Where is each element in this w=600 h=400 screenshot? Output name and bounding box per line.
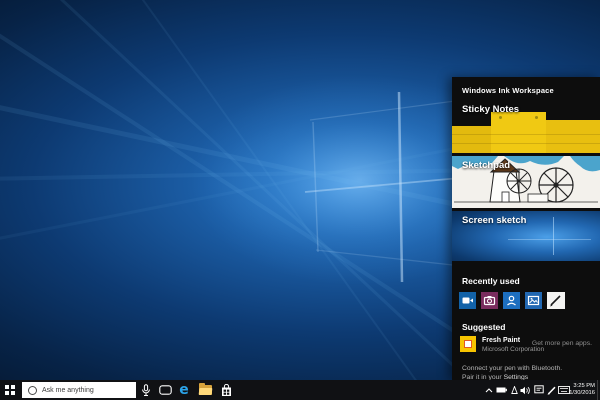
sticky-stack-left [452,126,491,153]
store-bag-icon [221,384,232,397]
search-placeholder: Ask me anything [42,387,94,394]
desktop-screen: Windows Ink Workspace Sticky Notes [0,0,600,400]
clock-date: 1/30/2016 [569,390,595,398]
taskbar-clock[interactable]: 3:25 PM 1/30/2016 [569,383,595,398]
video-app-tile[interactable] [459,292,476,309]
folder-icon [199,385,212,395]
sketchpad-label: Sketchpad [462,160,510,171]
fresh-paint-icon[interactable] [460,336,476,352]
suggested-label: Suggested [462,322,505,332]
people-app-tile[interactable] [503,292,520,309]
clock-time: 3:25 PM [569,383,595,391]
photos-app-tile[interactable] [525,292,542,309]
sticky-stack-right [546,120,600,153]
edge-browser-button[interactable]: e [175,380,193,400]
task-view-icon [159,385,172,395]
sketchpad-tile[interactable]: Sketchpad [452,156,600,208]
recently-used-label: Recently used [462,276,520,286]
get-more-pen-apps-link[interactable]: Get more pen apps. [532,340,592,347]
tray-action-center-button[interactable] [532,380,545,400]
suggested-app-name[interactable]: Fresh Paint [482,337,520,344]
microphone-button[interactable] [137,380,155,400]
panel-title: Windows Ink Workspace [462,86,554,95]
screen-sketch-label: Screen sketch [462,215,526,226]
tray-chevron-up-button[interactable] [483,380,495,400]
footer-line1: Connect your pen with Bluetooth. [462,365,562,374]
windows-logo-icon [5,385,15,395]
sticky-stack-middle [491,112,546,153]
suggested-row: Fresh Paint Microsoft Corporation Get mo… [452,336,600,356]
sticky-notes-tile[interactable]: Sticky Notes [452,100,600,153]
sticky-notes-label: Sticky Notes [462,104,519,115]
thumb-beam [508,239,591,240]
task-view-button[interactable] [156,380,174,400]
start-button[interactable] [0,380,20,400]
edge-icon: e [179,383,189,397]
pen-app-tile[interactable] [547,292,565,309]
cortana-icon [28,386,37,395]
file-explorer-button[interactable] [196,380,214,400]
windows-ink-workspace-panel: Windows Ink Workspace Sticky Notes [452,77,600,380]
tray-power-icon[interactable] [509,380,519,400]
camera-app-tile[interactable] [481,292,498,309]
screen-sketch-tile[interactable]: Screen sketch [452,211,600,261]
tray-battery-icon[interactable] [495,380,508,400]
microphone-icon [141,384,151,397]
suggested-app-publisher: Microsoft Corporation [482,346,544,353]
search-input[interactable]: Ask me anything [22,382,136,398]
taskbar: Ask me anything e [0,380,600,400]
store-button[interactable] [217,380,235,400]
thumb-beam [553,217,555,255]
tray-speaker-icon[interactable] [519,380,532,400]
